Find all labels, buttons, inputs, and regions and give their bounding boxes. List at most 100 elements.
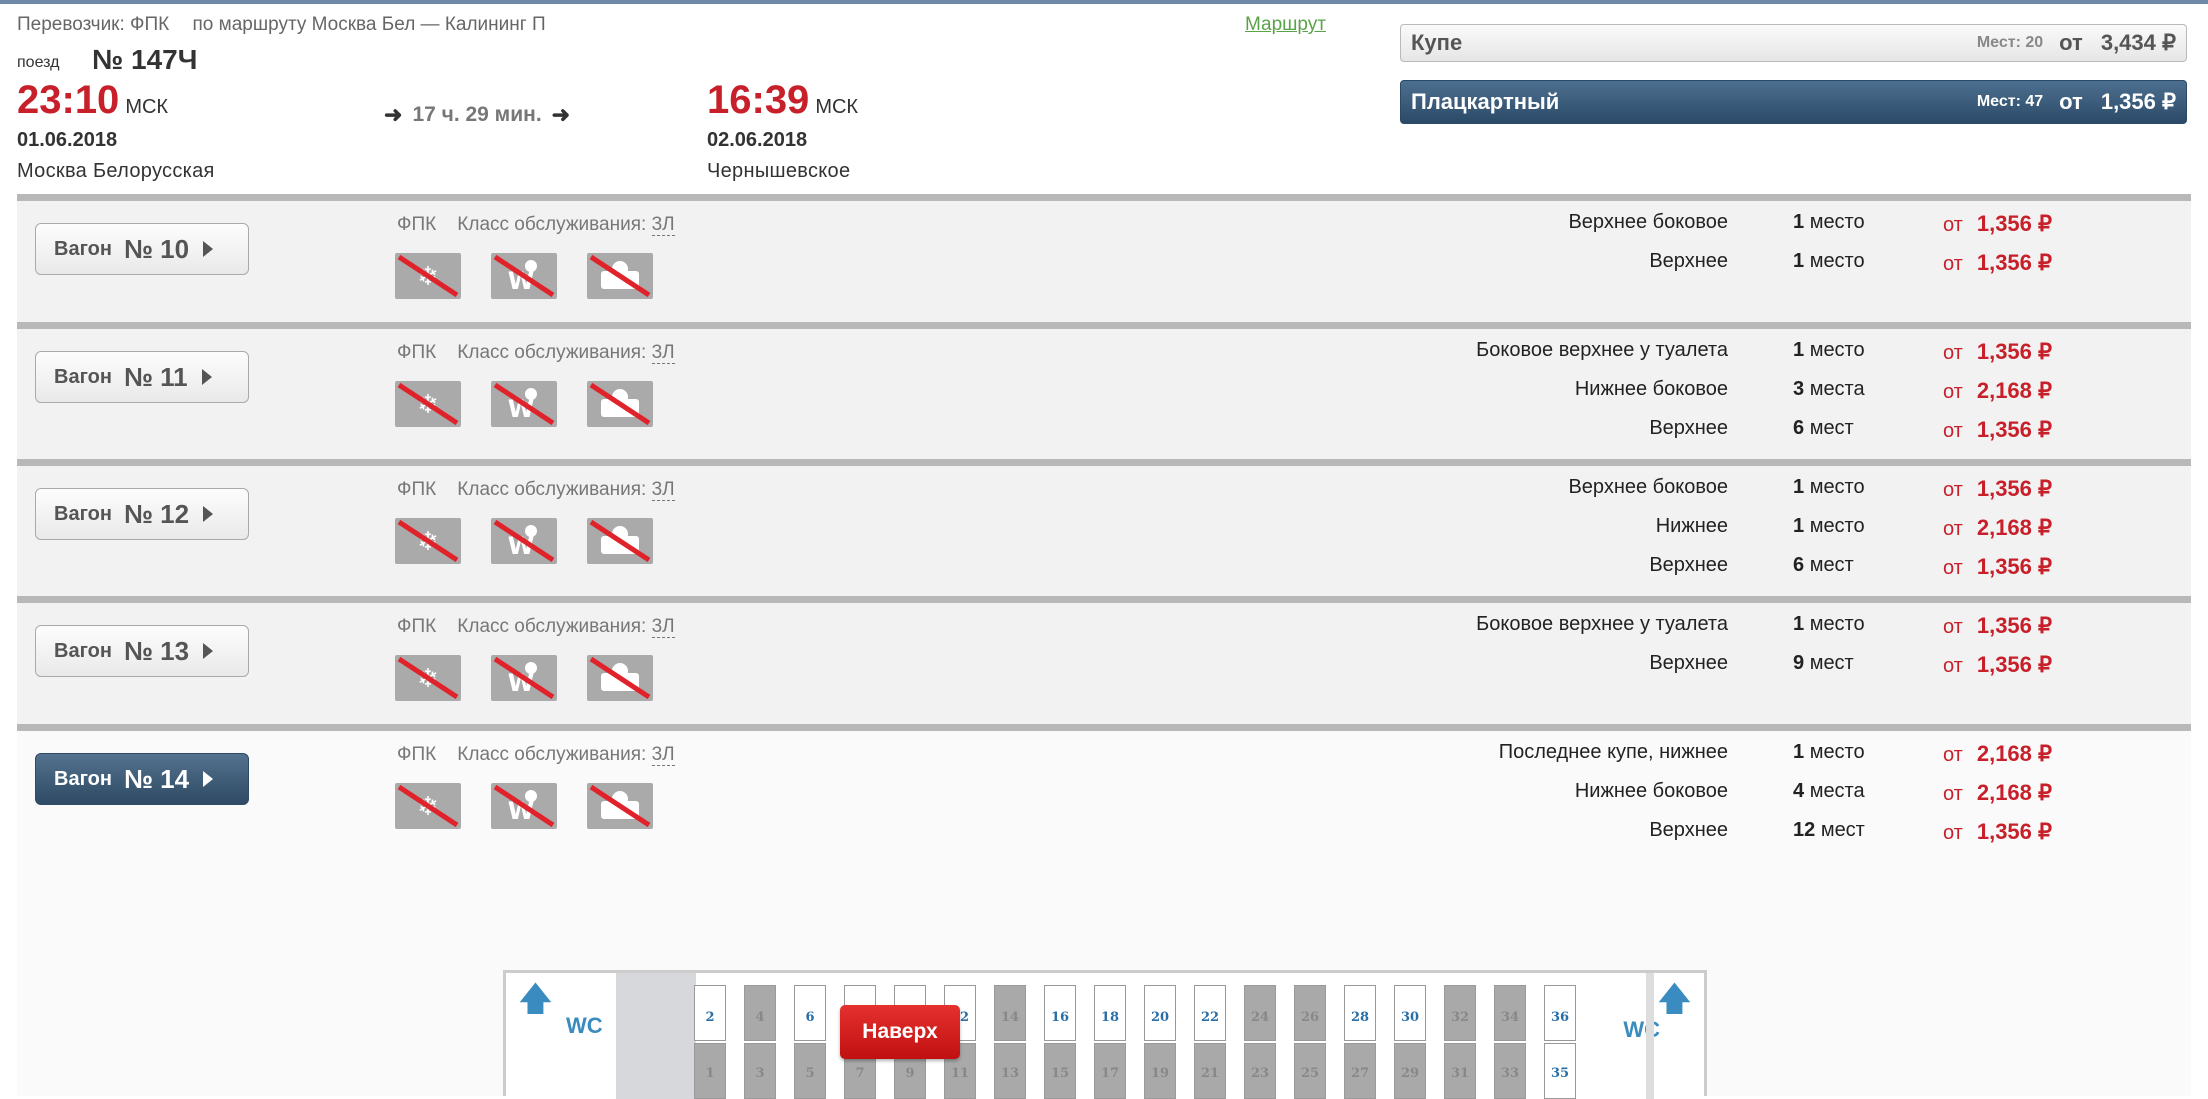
seat-price: 1,356 ₽ [1976, 613, 2053, 638]
seat-type-row[interactable]: Верхнее боковое 1 место от 1,356 ₽ [17, 211, 2191, 241]
seat-type-name: Верхнее [1649, 554, 1728, 576]
seat-count: 6 [1793, 417, 1805, 439]
seat-upper[interactable]: 22 [1194, 985, 1226, 1041]
arrival-station: Чернышевское [707, 160, 851, 182]
seat-upper[interactable]: 30 [1394, 985, 1426, 1041]
class-seats: Мест: 20 [1976, 34, 2044, 51]
seat-upper[interactable]: 36 [1544, 985, 1576, 1041]
price-prefix: от [1943, 253, 1963, 275]
seat-count: 1 [1793, 476, 1805, 498]
seat-price: 2,168 ₽ [1976, 378, 2053, 403]
seat-type-row[interactable]: Верхнее 12 мест от 1,356 ₽ [17, 819, 2191, 849]
seat-count: 1 [1793, 339, 1805, 361]
seat-type-row[interactable]: Нижнее боковое 3 места от 2,168 ₽ [17, 378, 2191, 408]
seat-lower: 5 [794, 1043, 826, 1099]
seat-count: 1 [1793, 250, 1805, 272]
seat-count: 1 [1793, 515, 1805, 537]
seat-upper: 4 [744, 985, 776, 1041]
seat-type-row[interactable]: Нижнее 1 место от 2,168 ₽ [17, 515, 2191, 545]
departure-station: Москва Белорусская [17, 160, 215, 182]
seat-type-row[interactable]: Боковое верхнее у туалета 1 место от 1,35… [17, 339, 2191, 369]
seat-type-row[interactable]: Нижнее боковое 4 места от 2,168 ₽ [17, 780, 2191, 810]
seat-type-name: Верхнее [1649, 250, 1728, 272]
departure-block: 23:10 МСК 01.06.2018 Москва Белорусская [17, 78, 215, 183]
seat-type-row[interactable]: Верхнее боковое 1 место от 1,356 ₽ [17, 476, 2191, 506]
price-prefix: от [1943, 381, 1963, 403]
seat-upper[interactable]: 2 [694, 985, 726, 1041]
route-link[interactable]: Маршрут [1245, 14, 1326, 36]
seat-price: 1,356 ₽ [1976, 819, 2053, 844]
seat-type-row[interactable]: Верхнее 1 место от 1,356 ₽ [17, 250, 2191, 280]
price-prefix: от [1943, 342, 1963, 364]
train-number: № 147Ч [92, 44, 198, 75]
wc-label: WC [1623, 1017, 1660, 1042]
seat-lower: 21 [1194, 1043, 1226, 1099]
seat-count: 3 [1793, 378, 1805, 400]
seat-price: 2,168 ₽ [1976, 741, 2053, 766]
train-label: поезд [17, 54, 60, 71]
seat-type-name: Нижнее боковое [1574, 378, 1728, 400]
seat-upper: 34 [1494, 985, 1526, 1041]
seat-type-row[interactable]: Последнее купе, нижнее 1 место от 2,168 ₽ [17, 741, 2191, 771]
seat-upper[interactable]: 28 [1344, 985, 1376, 1041]
seat-upper[interactable]: 16 [1044, 985, 1076, 1041]
seat-lower: 13 [994, 1043, 1026, 1099]
carrier-info: Перевозчик: ФПК по маршруту Москва Бел —… [17, 14, 564, 36]
wagon-row: Вагон № 12 ФПК Класс обслуживания: 3Л❄W … [17, 459, 2191, 597]
seat-unit: места [1809, 378, 1865, 400]
seat-count: 9 [1793, 652, 1805, 674]
seat-lower: 29 [1394, 1043, 1426, 1099]
carrier-text: Перевозчик: ФПК [17, 14, 170, 35]
seat-type-name: Нижнее боковое [1574, 780, 1728, 802]
seat-unit: место [1809, 515, 1865, 537]
price-prefix: от [1943, 420, 1963, 442]
seat-type-row[interactable]: Верхнее 6 мест от 1,356 ₽ [17, 554, 2191, 584]
seat-type-name: Верхнее [1649, 819, 1728, 841]
seat-unit: мест [1809, 652, 1854, 674]
seat-upper[interactable]: 20 [1144, 985, 1176, 1041]
seat-lower: 31 [1444, 1043, 1476, 1099]
seat-unit: места [1809, 780, 1865, 802]
class-price: 3,434 ₽ [2100, 30, 2176, 55]
seat-unit: место [1809, 476, 1865, 498]
seat-upper[interactable]: 18 [1094, 985, 1126, 1041]
seat-count: 12 [1793, 819, 1816, 841]
arrow-up-icon: 🡅 [518, 980, 553, 1018]
arrival-tz: МСК [815, 96, 859, 118]
departure-time: 23:10 [17, 78, 120, 122]
seat-price: 2,168 ₽ [1976, 515, 2053, 540]
seat-type-name: Нижнее [1655, 515, 1728, 537]
seat-count: 1 [1793, 613, 1805, 635]
price-prefix: от [2059, 89, 2083, 114]
seat-price: 1,356 ₽ [1976, 211, 2053, 236]
seat-price: 1,356 ₽ [1976, 476, 2053, 501]
arrival-time: 16:39 [707, 78, 810, 122]
arrival-date: 02.06.2018 [707, 129, 808, 151]
seat-lower[interactable]: 35 [1544, 1043, 1576, 1099]
seat-lower: 19 [1144, 1043, 1176, 1099]
seat-type-row[interactable]: Верхнее 6 мест от 1,356 ₽ [17, 417, 2191, 447]
seat-price: 1,356 ₽ [1976, 554, 2053, 579]
seat-type-name: Боковое верхнее у туалета [1476, 339, 1728, 361]
departure-tz: МСК [125, 96, 169, 118]
price-prefix: от [1943, 616, 1963, 638]
to-top-button[interactable]: Наверх [840, 1005, 960, 1059]
seat-type-row[interactable]: Верхнее 9 мест от 1,356 ₽ [17, 652, 2191, 682]
class-price: 1,356 ₽ [2100, 89, 2176, 114]
seat-upper: 14 [994, 985, 1026, 1041]
seat-upper: 26 [1294, 985, 1326, 1041]
seat-upper: 32 [1444, 985, 1476, 1041]
seat-lower: 17 [1094, 1043, 1126, 1099]
seat-lower: 15 [1044, 1043, 1076, 1099]
class-platzkart[interactable]: Плацкартный Мест: 47 от 1,356 ₽ [1400, 80, 2187, 124]
duration-text: 17 ч. 29 мин. [412, 103, 542, 126]
price-prefix: от [2059, 30, 2083, 55]
seat-count: 6 [1793, 554, 1805, 576]
seat-lower: 27 [1344, 1043, 1376, 1099]
class-kupe[interactable]: Купе Мест: 20 от 3,434 ₽ [1400, 24, 2187, 62]
seat-upper: 24 [1244, 985, 1276, 1041]
seat-lower: 1 [694, 1043, 726, 1099]
arrival-block: 16:39 МСК 02.06.2018 Чернышевское [707, 78, 858, 183]
seat-upper[interactable]: 6 [794, 985, 826, 1041]
seat-type-row[interactable]: Боковое верхнее у туалета 1 место от 1,35… [17, 613, 2191, 643]
